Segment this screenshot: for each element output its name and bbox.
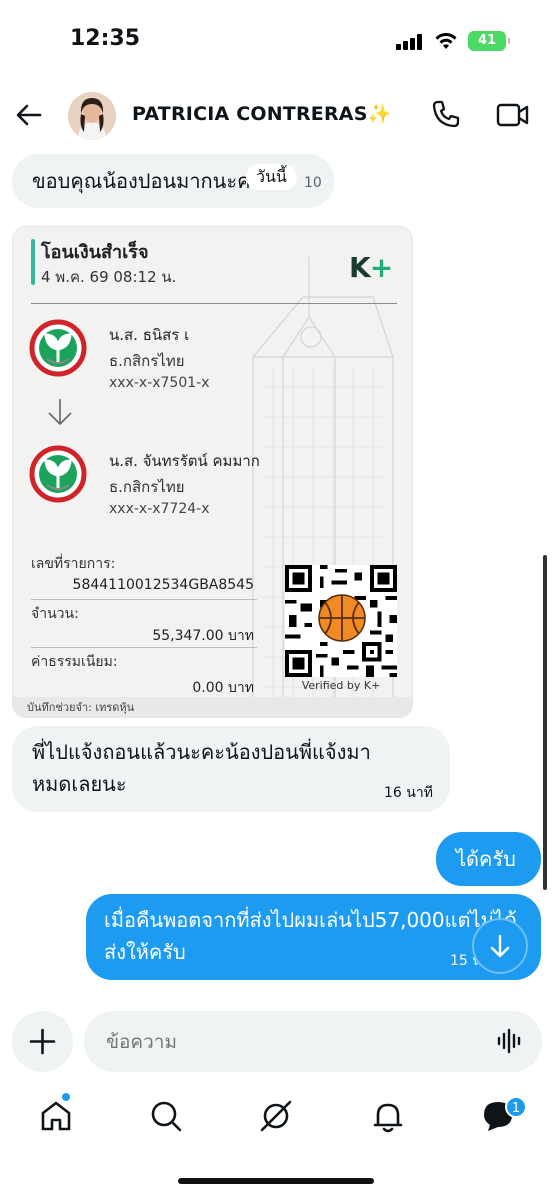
transfer-slip-image[interactable]: โอนเงินสำเร็จ 4 พ.ค. 69 08:12 น. K+ น.ส.… xyxy=(12,226,413,718)
outgoing-message[interactable]: ได้ครับ xyxy=(436,832,541,886)
home-icon[interactable] xyxy=(38,1098,74,1134)
sender-bank: ธ.กสิกรไทย xyxy=(109,352,185,370)
slip-datetime: 4 พ.ค. 69 08:12 น. xyxy=(41,268,177,286)
kbank-logo-icon xyxy=(29,319,87,377)
signal-icon xyxy=(396,34,424,50)
ref-label: เลขที่รายการ: xyxy=(31,556,116,572)
verified-label: Verified by K+ xyxy=(301,679,381,692)
home-indicator xyxy=(178,1178,374,1184)
outgoing-message[interactable]: เมื่อคืนพอตจากที่ส่งไปผมเล่นไป57,000แต่ไ… xyxy=(86,894,541,980)
slip-accent-bar xyxy=(31,239,35,285)
slip-field-line xyxy=(31,599,257,600)
message-input[interactable] xyxy=(106,1027,466,1057)
basketball-icon xyxy=(318,594,366,642)
scrollbar[interactable] xyxy=(543,555,547,890)
sender-name: น.ส. ธนิสร เ xyxy=(109,326,190,344)
fee-value: 0.00 บาท xyxy=(192,680,254,696)
status-bar: 12:35 41 xyxy=(0,0,553,84)
receiver-name: น.ส. จันทรรัตน์ คมมาก xyxy=(109,452,260,470)
sender-account: xxx-x-x7501-x xyxy=(109,375,210,391)
message-text: ขอบคุณน้องปอนมากนะคะ xyxy=(32,169,262,193)
incoming-message[interactable]: พี่ไปแจ้งถอนแล้วนะคะน้องปอนพี่แจ้งมาหมดเ… xyxy=(12,726,450,812)
back-arrow-icon[interactable] xyxy=(12,98,46,132)
message-time: 16 นาที xyxy=(384,785,433,801)
home-notification-dot xyxy=(62,1093,70,1101)
bell-icon[interactable] xyxy=(370,1098,406,1134)
add-attachment-button[interactable] xyxy=(12,1011,73,1072)
date-separator: วันนี้ xyxy=(246,164,297,190)
fee-label: ค่าธรรมเนียม: xyxy=(31,654,118,670)
voice-icon[interactable] xyxy=(496,1027,524,1055)
amount-value: 55,347.00 บาท xyxy=(152,628,254,644)
ref-value: 5844110012534GBA8545 xyxy=(72,577,254,593)
scroll-to-bottom-button[interactable] xyxy=(474,920,526,972)
contact-name[interactable]: PATRICIA CONTRERAS✨ xyxy=(132,102,391,125)
phone-icon[interactable] xyxy=(430,98,462,130)
arrow-down-icon xyxy=(490,934,510,958)
amount-label: จำนวน: xyxy=(31,606,79,622)
receiver-account: xxx-x-x7724-x xyxy=(109,501,210,517)
memo-label: บันทึกช่วยจำ: เทรดหุ้น xyxy=(13,697,412,717)
message-text: ได้ครับ xyxy=(456,847,516,871)
avatar[interactable] xyxy=(68,92,116,140)
kbank-logo-icon xyxy=(29,445,87,503)
plus-icon xyxy=(29,1028,56,1055)
messages-badge: 1 xyxy=(505,1096,527,1118)
avatar-image xyxy=(68,92,116,140)
arrow-down-icon xyxy=(48,399,72,426)
conversation-header: PATRICIA CONTRERAS✨ xyxy=(0,84,553,146)
slip-divider xyxy=(31,303,397,304)
grok-icon[interactable] xyxy=(258,1098,294,1134)
kplus-logo: K+ xyxy=(349,251,393,284)
status-time: 12:35 xyxy=(70,26,141,51)
receiver-bank: ธ.กสิกรไทย xyxy=(109,478,185,496)
video-icon[interactable] xyxy=(496,100,530,130)
tab-bar xyxy=(0,1086,553,1156)
message-text: พี่ไปแจ้งถอนแล้วนะคะน้องปอนพี่แจ้งมาหมดเ… xyxy=(32,740,371,796)
message-composer[interactable] xyxy=(84,1011,542,1072)
message-time: 10 xyxy=(304,175,322,191)
wifi-icon xyxy=(435,33,457,49)
search-icon[interactable] xyxy=(148,1098,184,1134)
slip-field-line xyxy=(31,647,257,648)
slip-title: โอนเงินสำเร็จ xyxy=(41,242,149,263)
battery-indicator: 41 xyxy=(468,31,510,51)
